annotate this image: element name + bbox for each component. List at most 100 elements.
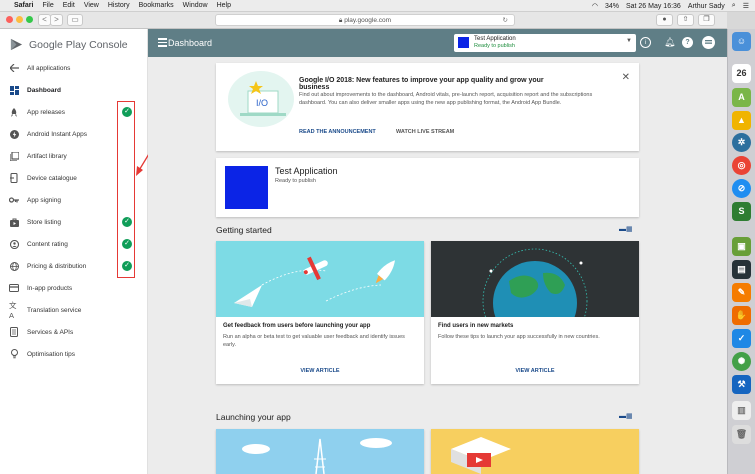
view-toggle-icon[interactable]: ▬▦ [619,412,633,420]
safari-dock-icon[interactable]: ⊘ [732,179,751,198]
view-article-link[interactable]: VIEW ARTICLE [431,368,639,374]
close-window-button[interactable] [6,16,13,23]
downloads-dock-icon[interactable]: ▥ [732,401,751,420]
checkmark-dock-icon[interactable]: ✓ [732,329,751,348]
sidebar-item-label: Content rating [27,240,68,248]
menu-edit[interactable]: Edit [63,2,75,9]
share-icon[interactable]: ⇧ [677,14,694,26]
api-icon [9,327,19,337]
menu-bookmarks[interactable]: Bookmarks [139,2,174,9]
pencil-dock-icon[interactable]: ✎ [732,283,751,302]
sidebar-item-label: Artifact library [27,152,67,160]
store-icon [9,217,19,227]
address-bar[interactable]: 🔒︎ play.google.com ↻ [215,14,515,26]
account-avatar[interactable] [702,36,715,49]
sidebar-item-translation-service[interactable]: 文A Translation service [0,299,148,321]
minimize-window-button[interactable] [16,16,23,23]
globe-dock-icon[interactable]: ✲ [732,133,751,152]
read-announcement-link[interactable]: READ THE ANNOUNCEMENT [299,129,376,135]
key-icon [9,195,19,205]
announcement-illustration: I/O [228,71,294,127]
battery-percent[interactable]: 34% [605,3,619,10]
sidebar-item-services-apis[interactable]: Services & APIs [0,321,148,343]
lightning-icon [9,129,19,139]
browser-toolbar: < > ▭ 🔒︎ play.google.com ↻ ● ⇧ ❐ [0,12,727,29]
activity-dock-icon[interactable]: ▤ [732,260,751,279]
menu-window[interactable]: Window [183,2,208,9]
spotlight-icon[interactable]: ⌕ [732,2,736,10]
dashboard-icon [9,85,19,95]
chrome-dock-icon[interactable]: ◎ [732,156,751,175]
reload-icon[interactable]: ↻ [503,15,508,26]
app-icon [458,37,469,48]
wifi-icon[interactable]: ◠ [592,2,598,10]
sidebar-toggle-icon[interactable]: ▭ [67,14,83,26]
sidebar-item-in-app-products[interactable]: In-app products [0,277,148,299]
finder-dock-icon[interactable]: ☺ [732,32,751,51]
translate-icon: 文A [9,301,17,320]
mac-menubar: Safari File Edit View History Bookmarks … [0,0,755,12]
top-app-bar: Dashboard Test Application Ready to publ… [148,29,727,57]
main-content: I/O Google I/O 2018: New features to imp… [148,57,727,474]
article-title: Find users in new markets [438,323,514,329]
app-dock-icon[interactable]: ▲ [732,111,751,130]
trash-dock-icon[interactable]: 🗑︎ [732,425,751,444]
article-card [431,429,639,474]
help-icon[interactable]: ? [682,37,693,48]
selected-app-name: Test Application [474,36,516,42]
sidebar-item-optimisation-tips[interactable]: Optimisation tips [0,343,148,365]
sidebar-item-label: Android Instant Apps [27,130,87,138]
zoom-window-button[interactable] [26,16,33,23]
xcode-dock-icon[interactable]: ⚒ [732,375,751,394]
menu-safari[interactable]: Safari [14,2,33,9]
sidebar-item-dashboard[interactable]: Dashboard [0,79,148,101]
play-console-logo[interactable]: Google Play Console [10,38,128,51]
extension-icon[interactable]: ● [656,14,673,26]
android-studio-dock-icon[interactable]: ▣ [732,237,751,256]
lock-icon: 🔒︎ [338,17,343,24]
sidebar-item-label: Pricing & distribution [27,262,87,270]
app-icon [225,166,268,209]
hamburger-menu-icon[interactable] [158,38,167,49]
article-title: Get feedback from users before launching… [223,323,371,329]
getting-started-title: Getting started [216,225,272,235]
app-name[interactable]: Test Application [275,166,338,176]
sidebar-item-label: Services & APIs [27,328,74,336]
menu-view[interactable]: View [84,2,99,9]
android-dock-icon[interactable]: A [732,88,751,107]
highlight-box [117,101,135,278]
url-text: play.google.com [344,17,392,24]
tabs-icon[interactable]: ❐ [698,14,715,26]
menu-help[interactable]: Help [217,2,231,9]
sidebar-item-label: Dashboard [27,86,61,94]
watch-live-stream-link[interactable]: WATCH LIVE STREAM [396,129,454,135]
app-selector[interactable]: Test Application Ready to publish ▼ [454,34,636,52]
forward-button[interactable]: > [50,14,63,26]
calendar-dock-icon[interactable]: 26 [732,64,751,83]
notifications-bell-icon[interactable]: 🔔︎ [664,37,675,48]
sublime-dock-icon[interactable]: S [732,202,751,221]
view-article-link[interactable]: VIEW ARTICLE [216,368,424,374]
menu-history[interactable]: History [108,2,130,9]
menubar-status-area: ◠ 34% Sat 26 May 16:36 Arthur Sady ⌕ ☰ [592,0,749,12]
info-icon[interactable]: i [640,37,651,48]
clock[interactable]: Sat 26 May 16:36 [626,3,681,10]
device-icon [9,173,19,183]
app-status: Ready to publish [275,178,316,184]
article-card: Find users in new markets Follow these t… [431,241,639,384]
spinner-dock-icon[interactable]: ✺ [732,352,751,371]
hands-dock-icon[interactable]: ✋ [732,306,751,325]
menu-list-icon[interactable]: ☰ [743,2,749,10]
dropdown-arrow-icon: ▼ [626,38,632,44]
close-icon[interactable]: ✕ [622,72,630,83]
sidebar-item-label: All applications [27,64,71,72]
card-icon [9,283,19,293]
announcement-text: Find out about improvements to the dashb… [299,92,593,106]
sidebar-item-label: Device catalogue [27,174,77,182]
sidebar-item-all-applications[interactable]: All applications [0,57,148,79]
view-toggle-icon[interactable]: ▬▦ [619,225,633,233]
article-text: Follow these tips to launch your app suc… [438,334,600,340]
user-name[interactable]: Arthur Sady [688,3,725,10]
rating-icon [9,239,19,249]
menu-file[interactable]: File [42,2,53,9]
